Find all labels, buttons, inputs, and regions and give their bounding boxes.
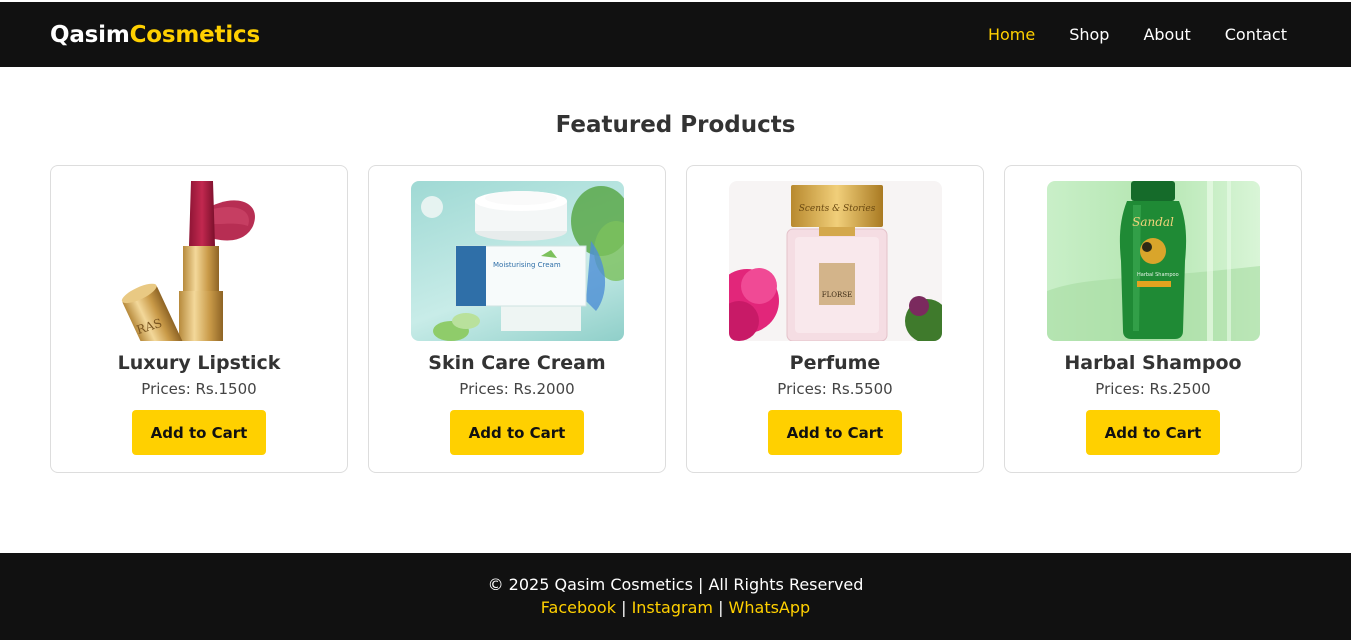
perfume-bottle-image: FLORSE Scents & Stories [728,181,942,341]
nav-home[interactable]: Home [988,25,1035,44]
social-links: Facebook | Instagram | WhatsApp [0,598,1351,617]
lipstick-image: RAS [92,181,306,341]
cream-box-label: Moisturising Cream [493,261,561,269]
link-separator: | [718,598,724,617]
lipstick-illustration: RAS [121,181,255,341]
nav-contact[interactable]: Contact [1225,25,1287,44]
cream-jar-image: Moisturising Cream [410,181,624,341]
shampoo-brand-label: Sandal [1132,215,1174,229]
product-name: Perfume [789,352,881,374]
product-price: Prices: Rs.1500 [141,380,257,398]
facebook-link[interactable]: Facebook [541,598,616,617]
shampoo-bottle-label: Harbal Shampoo [1137,272,1179,278]
add-to-cart-button[interactable]: Add to Cart [1086,410,1220,455]
site-logo[interactable]: QasimCosmetics [50,22,260,48]
product-price: Prices: Rs.5500 [777,380,893,398]
whatsapp-link[interactable]: WhatsApp [729,598,811,617]
nav-shop[interactable]: Shop [1069,25,1109,44]
site-footer: © 2025 Qasim Cosmetics | All Rights Rese… [0,553,1351,640]
product-card: Sandal Harbal Shampoo Harbal Shampoo Pri… [1004,165,1302,473]
perfume-brand-label: Scents & Stories [798,204,875,214]
add-to-cart-button[interactable]: Add to Cart [132,410,266,455]
cream-illustration: Moisturising Cream [420,186,624,341]
shampoo-bottle-image: Sandal Harbal Shampoo [1046,181,1260,341]
section-heading: Featured Products [555,112,796,138]
product-price: Prices: Rs.2000 [459,380,575,398]
product-name: Luxury Lipstick [117,352,281,374]
site-header: QasimCosmetics Home Shop About Contact [0,2,1351,67]
add-to-cart-button[interactable]: Add to Cart [768,410,902,455]
link-separator: | [621,598,627,617]
instagram-link[interactable]: Instagram [632,598,713,617]
product-price: Prices: Rs.2500 [1095,380,1211,398]
product-card: Moisturising Cream Skin Care Cream Price… [368,165,666,473]
product-name: Harbal Shampoo [1064,352,1242,374]
main-nav: Home Shop About Contact [988,25,1287,44]
product-card: RAS Luxury Lipstick Prices: Rs.1500 Add … [50,165,348,473]
product-card: FLORSE Scents & Stories Perfume Prices: … [686,165,984,473]
perfume-illustration: FLORSE Scents & Stories [728,185,942,341]
copyright-text: © 2025 Qasim Cosmetics | All Rights Rese… [487,575,864,594]
logo-part-2: Cosmetics [129,21,261,48]
shampoo-illustration: Sandal Harbal Shampoo [1046,181,1260,341]
perfume-name-label: FLORSE [821,291,851,299]
product-name: Skin Care Cream [428,352,606,374]
add-to-cart-button[interactable]: Add to Cart [450,410,584,455]
logo-part-1: Qasim [50,21,130,48]
nav-about[interactable]: About [1143,25,1190,44]
product-grid: RAS Luxury Lipstick Prices: Rs.1500 Add … [50,165,1302,473]
